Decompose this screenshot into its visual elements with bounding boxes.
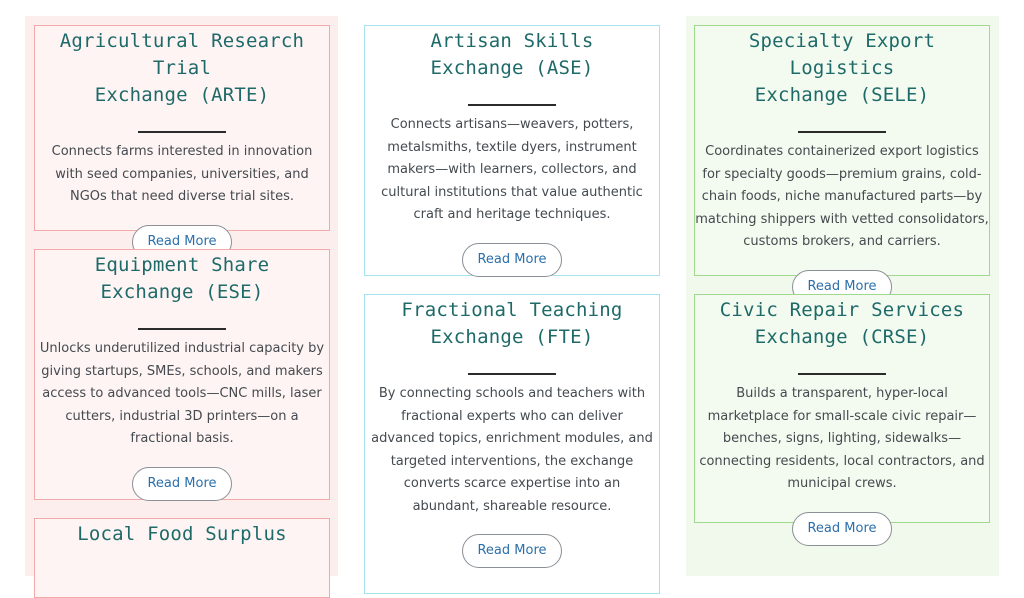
card-title-line2: Exchange (ARTE) xyxy=(94,84,270,106)
card-title-line1: Specialty Export Logistics xyxy=(748,30,936,79)
card-description: Unlocks underutilized industrial capacit… xyxy=(39,341,325,446)
title-divider xyxy=(468,104,556,106)
card-description: By connecting schools and teachers with … xyxy=(371,386,653,514)
card-description: Coordinates containerized export logisti… xyxy=(695,144,989,249)
card-title-line1: Fractional Teaching xyxy=(401,299,623,321)
card-title-line1: Civic Repair Services xyxy=(719,299,965,321)
card-title-line2: Exchange (FTE) xyxy=(430,326,594,348)
card-title: Equipment Share Exchange (ESE) xyxy=(35,250,329,306)
card-title-line1: Artisan Skills xyxy=(430,30,594,52)
card-ase: Artisan Skills Exchange (ASE) Connects a… xyxy=(364,25,660,277)
title-divider xyxy=(138,328,226,330)
card-local-food-surplus: Local Food Surplus xyxy=(34,518,330,598)
title-divider xyxy=(138,131,226,133)
title-divider xyxy=(468,373,556,375)
card-description: Connects farms interested in innovation … xyxy=(51,144,313,204)
card-crse: Civic Repair Services Exchange (CRSE) Bu… xyxy=(694,294,990,546)
card-fte: Fractional Teaching Exchange (FTE) By co… xyxy=(364,294,660,594)
read-more-button[interactable]: Read More xyxy=(462,534,562,568)
card-ese: Equipment Share Exchange (ESE) Unlocks u… xyxy=(34,249,330,501)
card-title: Fractional Teaching Exchange (FTE) xyxy=(365,295,659,351)
title-divider xyxy=(798,131,886,133)
card-title-line1: Agricultural Research Trial xyxy=(59,30,305,79)
card-title-line2: Exchange (ESE) xyxy=(100,281,264,303)
read-more-button[interactable]: Read More xyxy=(792,511,892,546)
card-sele: Specialty Export Logistics Exchange (SEL… xyxy=(694,25,990,304)
card-description: Builds a transparent, hyper-local market… xyxy=(699,386,985,491)
card-description: Connects artisans—weavers, potters, meta… xyxy=(381,117,643,222)
card-arte: Agricultural Research Trial Exchange (AR… xyxy=(34,25,330,259)
card-title-line2: Exchange (CRSE) xyxy=(754,326,930,348)
card-title: Agricultural Research Trial Exchange (AR… xyxy=(35,26,329,109)
card-title-line2: Exchange (SELE) xyxy=(754,84,930,106)
read-more-button[interactable]: Read More xyxy=(132,466,232,501)
title-divider xyxy=(798,373,886,375)
card-title: Local Food Surplus xyxy=(35,519,329,548)
card-title: Artisan Skills Exchange (ASE) xyxy=(365,26,659,82)
card-title: Civic Repair Services Exchange (CRSE) xyxy=(695,295,989,351)
card-title-line2: Exchange (ASE) xyxy=(430,57,594,79)
card-title-line1: Equipment Share xyxy=(94,254,270,276)
card-title-line1: Local Food Surplus xyxy=(77,523,287,545)
card-title: Specialty Export Logistics Exchange (SEL… xyxy=(695,26,989,109)
read-more-button[interactable]: Read More xyxy=(462,242,562,277)
